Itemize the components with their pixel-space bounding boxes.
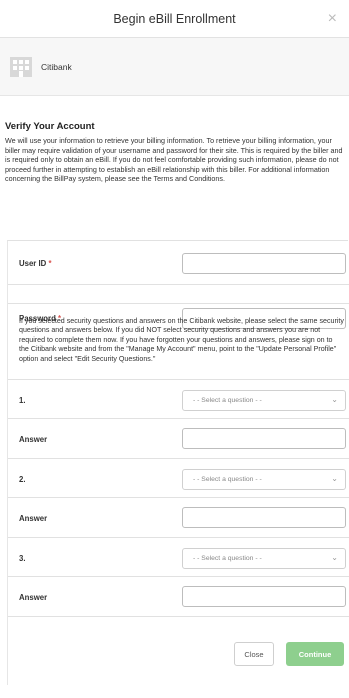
answer-2-row: Answer — [8, 498, 349, 538]
dialog-header: Begin eBill Enrollment × — [0, 0, 349, 38]
verify-section: Verify Your Account We will use your inf… — [5, 121, 345, 184]
enrollment-dialog: Begin eBill Enrollment × Citibank Verify… — [0, 0, 349, 698]
answer-1-input[interactable] — [182, 428, 346, 449]
question-2-number: 2. — [19, 475, 26, 484]
question-2-select[interactable]: - - Select a question - - ⌄ — [182, 469, 346, 490]
question-1-number: 1. — [19, 396, 26, 405]
chevron-down-icon: ⌄ — [331, 395, 338, 404]
question-1-placeholder: - - Select a question - - — [193, 397, 262, 404]
dialog-title: Begin eBill Enrollment — [113, 11, 236, 26]
biller-row: Citibank — [0, 38, 349, 96]
security-questions-note: If you selected security questions and a… — [19, 317, 344, 363]
question-1-select[interactable]: - - Select a question - - ⌄ — [182, 390, 346, 411]
dialog-footer: Close Continue — [0, 637, 349, 685]
answer-2-label: Answer — [19, 514, 48, 523]
user-id-input[interactable] — [182, 253, 346, 274]
chevron-down-icon: ⌄ — [331, 474, 338, 483]
user-id-label: User ID * — [19, 259, 52, 268]
answer-3-row: Answer — [8, 577, 349, 617]
bank-icon — [10, 56, 32, 77]
password-row: Password * — [8, 285, 349, 329]
answer-3-input[interactable] — [182, 586, 346, 607]
verify-description: We will use your information to retrieve… — [5, 136, 343, 184]
biller-name: Citibank — [41, 61, 72, 72]
continue-button[interactable]: Continue — [286, 642, 344, 666]
question-3-select[interactable]: - - Select a question - - ⌄ — [182, 548, 346, 569]
question-2-row: 2. - - Select a question - - ⌄ — [8, 459, 349, 498]
answer-1-label: Answer — [19, 435, 48, 444]
question-3-number: 3. — [19, 554, 26, 563]
chevron-down-icon: ⌄ — [331, 553, 338, 562]
close-button[interactable]: Close — [234, 642, 274, 666]
answer-3-label: Answer — [19, 593, 48, 602]
verify-heading: Verify Your Account — [5, 121, 95, 132]
divider — [8, 303, 349, 304]
credentials-form: User ID * Password * If you selected sec… — [7, 240, 349, 685]
answer-2-input[interactable] — [182, 507, 346, 528]
question-1-row: 1. - - Select a question - - ⌄ — [8, 380, 349, 419]
answer-1-row: Answer — [8, 419, 349, 459]
question-3-row: 3. - - Select a question - - ⌄ — [8, 538, 349, 577]
close-icon[interactable]: × — [328, 9, 337, 29]
question-2-placeholder: - - Select a question - - — [193, 476, 262, 483]
user-id-row: User ID * — [8, 241, 349, 285]
question-3-placeholder: - - Select a question - - — [193, 555, 262, 562]
